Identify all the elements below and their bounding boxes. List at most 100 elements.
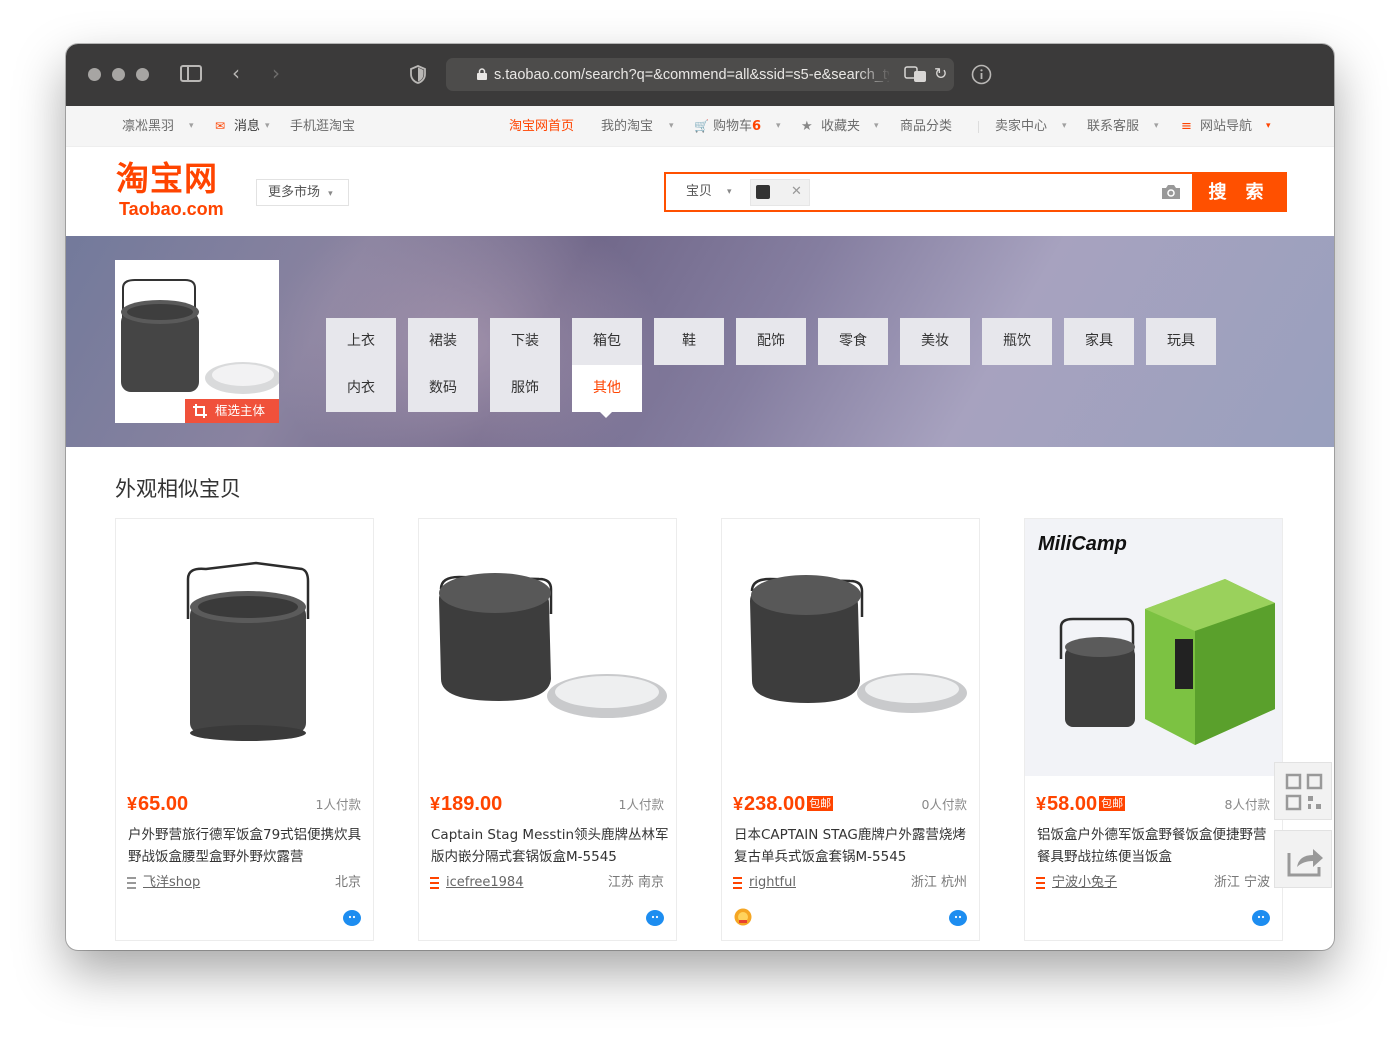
my-taobao-link[interactable]: 我的淘宝	[601, 118, 653, 135]
category-beauty[interactable]: 美妆	[900, 318, 970, 365]
chevron-down-icon[interactable]: ▾	[1154, 118, 1159, 135]
favorites-link[interactable]: 收藏夹	[821, 118, 860, 135]
mess-tin-image	[439, 573, 667, 718]
info-icon[interactable]	[971, 64, 992, 85]
category-toys[interactable]: 玩具	[1146, 318, 1216, 365]
category-shoes[interactable]: 鞋	[654, 318, 724, 365]
url-text: s.taobao.com/search?q=&commend=all&ssid=…	[494, 67, 889, 83]
price-value: 189.00	[441, 793, 503, 815]
chevron-down-icon[interactable]: ▾	[776, 118, 781, 135]
product-image[interactable]: MiliCamp	[1025, 519, 1282, 776]
search-button[interactable]: 搜 索	[1192, 172, 1287, 212]
cart-icon: 🛒	[694, 119, 709, 133]
messages-link[interactable]: 消息	[234, 118, 260, 135]
category-bottoms-apparel[interactable]: 下装 服饰	[490, 318, 560, 412]
category-bags[interactable]: 箱包	[572, 318, 642, 365]
chevron-down-icon[interactable]: ▾	[669, 118, 674, 135]
wangwang-chat-icon[interactable]	[646, 909, 664, 926]
category-furniture[interactable]: 家具	[1064, 318, 1134, 365]
translate-icon[interactable]	[904, 66, 928, 83]
qr-code-button[interactable]	[1274, 762, 1332, 820]
browser-toolbar: ‹ › s.taobao.com/search?q=&commend=all&s…	[66, 44, 1334, 106]
shop-link[interactable]: 宁波小兔子	[1052, 874, 1117, 892]
product-title[interactable]: 户外野营旅行德军饭盒79式铝便携炊具野战饭盒腰型盒野外野炊露营	[128, 824, 366, 868]
chevron-down-icon[interactable]: ▾	[265, 118, 270, 135]
search-input[interactable]	[816, 178, 1146, 207]
close-window-button[interactable]	[88, 68, 101, 81]
search-box: 宝贝 ▾ ✕ 搜 索	[664, 172, 1287, 212]
remove-image-icon[interactable]: ✕	[791, 184, 802, 200]
currency-symbol: ¥	[733, 794, 744, 814]
category-snacks[interactable]: 零食	[818, 318, 888, 365]
shop-icon	[733, 877, 742, 889]
product-card[interactable]: MiliCamp ¥58.00 包邮 8人付款 铝饭盒户外德军饭盒野餐饭盒便捷野营…	[1024, 518, 1283, 941]
seller-center-link[interactable]: 卖家中心	[995, 118, 1047, 135]
url-fade	[856, 64, 892, 86]
location: 浙江 杭州	[910, 875, 967, 890]
paid-count: 8人付款	[1224, 797, 1270, 812]
address-bar[interactable]: s.taobao.com/search?q=&commend=all&ssid=…	[446, 58, 954, 91]
more-market-dropdown[interactable]: 更多市场 ▾	[256, 179, 349, 206]
shop-link[interactable]: icefree1984	[446, 874, 523, 892]
shop-icon	[1036, 877, 1045, 889]
sidebar-toggle-icon[interactable]	[180, 65, 202, 82]
category-label: 家具	[1085, 333, 1113, 349]
browser-window: ‹ › s.taobao.com/search?q=&commend=all&s…	[66, 44, 1334, 950]
taobao-home-link[interactable]: 淘宝网首页	[509, 118, 574, 135]
cart-link[interactable]: 购物车6	[713, 118, 761, 135]
categories-link[interactable]: 商品分类	[900, 118, 952, 135]
product-card[interactable]: ¥189.00 1人付款 Captain Stag Messtin领头鹿牌丛林军…	[418, 518, 677, 941]
product-title[interactable]: 日本CAPTAIN STAG鹿牌户外露营烧烤复古单兵式饭盒套锅M-5545	[734, 824, 972, 868]
back-icon[interactable]: ‹	[232, 63, 240, 83]
chevron-down-icon[interactable]: ▾	[727, 183, 732, 201]
product-title[interactable]: 铝饭盒户外德军饭盒野餐饭盒便捷野营餐具野战拉练便当饭盒	[1037, 824, 1275, 868]
chevron-down-icon[interactable]: ▾	[874, 118, 879, 135]
product-title[interactable]: Captain Stag Messtin领头鹿牌丛林军版内嵌分隔式套锅饭盒M-5…	[431, 824, 669, 868]
taobao-logo-en[interactable]: Taobao.com	[119, 199, 224, 219]
chevron-down-icon[interactable]: ▾	[1266, 118, 1271, 135]
milicamp-box-image	[1025, 519, 1282, 776]
forward-icon[interactable]: ›	[272, 63, 280, 83]
privacy-shield-icon[interactable]	[410, 65, 426, 84]
share-button[interactable]	[1274, 830, 1332, 888]
user-name-link[interactable]: 凛凇黑羽	[122, 118, 174, 135]
location: 浙江 宁波	[1213, 875, 1270, 890]
search-type-select[interactable]: 宝贝	[686, 183, 712, 201]
category-accessories[interactable]: 配饰	[736, 318, 806, 365]
chevron-down-icon[interactable]: ▾	[1062, 118, 1067, 135]
category-dresses-digital[interactable]: 裙装 数码	[408, 318, 478, 412]
wangwang-chat-icon[interactable]	[1252, 909, 1270, 926]
shop-link[interactable]: rightful	[749, 874, 796, 892]
crop-subject-button[interactable]: 框选主体	[185, 399, 279, 423]
taobao-logo[interactable]: 淘宝网	[116, 161, 218, 197]
reload-icon[interactable]: ↻	[934, 65, 947, 83]
crop-icon	[193, 404, 207, 418]
product-image[interactable]	[116, 519, 373, 776]
product-card[interactable]: ¥238.00 包邮 0人付款 日本CAPTAIN STAG鹿牌户外露营烧烤复古单…	[721, 518, 980, 941]
shop-link[interactable]: 飞洋shop	[143, 874, 200, 892]
camera-icon[interactable]	[1160, 183, 1182, 201]
product-image[interactable]	[722, 519, 979, 776]
product-image[interactable]	[419, 519, 676, 776]
brand-logo: MiliCamp	[1038, 533, 1127, 555]
wangwang-chat-icon[interactable]	[949, 909, 967, 926]
category-tops-underwear[interactable]: 上衣 内衣	[326, 318, 396, 412]
site-nav-link[interactable]: 网站导航	[1200, 118, 1252, 135]
price-value: 65.00	[138, 793, 189, 815]
minimize-window-button[interactable]	[112, 68, 125, 81]
mail-icon: ✉	[215, 119, 226, 133]
zoom-window-button[interactable]	[136, 68, 149, 81]
product-card[interactable]: ¥65.00 1人付款 户外野营旅行德军饭盒79式铝便携炊具野战饭盒腰型盒野外野…	[115, 518, 374, 941]
divider	[978, 121, 979, 133]
cart-label: 购物车	[713, 119, 753, 134]
category-label: 配饰	[757, 333, 785, 349]
customer-service-link[interactable]: 联系客服	[1087, 118, 1139, 135]
category-other-active[interactable]: 其他	[572, 365, 642, 412]
category-drinks[interactable]: 瓶饮	[982, 318, 1052, 365]
chevron-down-icon[interactable]: ▾	[189, 118, 194, 135]
wangwang-chat-icon[interactable]	[343, 909, 361, 926]
category-label: 美妆	[921, 333, 949, 349]
free-shipping-badge: 包邮	[1099, 796, 1126, 811]
qr-code-icon	[1285, 773, 1323, 811]
mobile-taobao-link[interactable]: 手机逛淘宝	[290, 118, 355, 135]
